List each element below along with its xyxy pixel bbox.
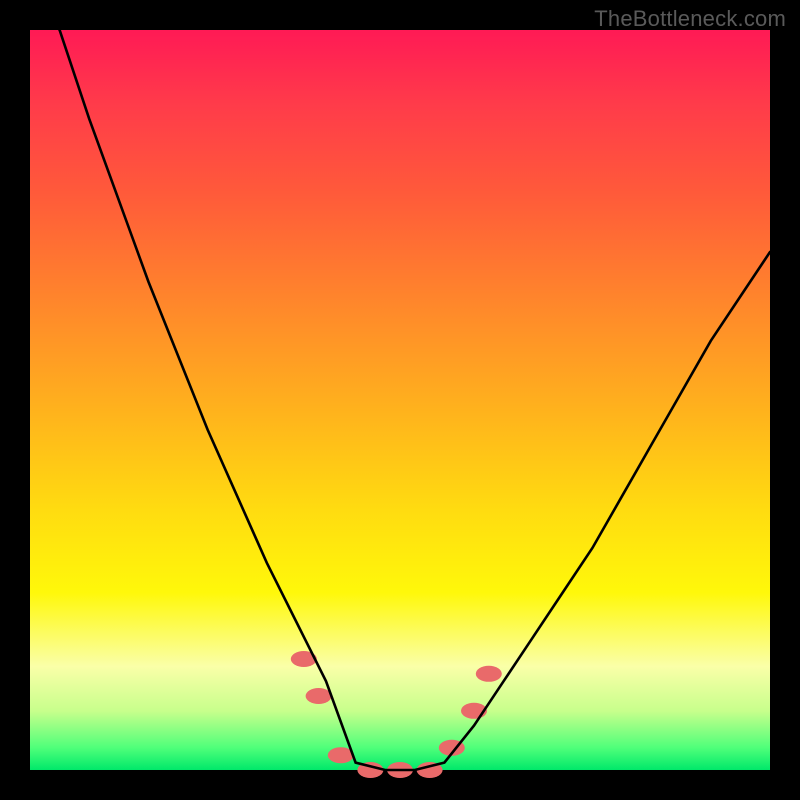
curve-layer	[30, 30, 770, 770]
plot-area	[30, 30, 770, 770]
curve-marker	[476, 666, 502, 682]
curve-marker	[306, 688, 332, 704]
watermark-text: TheBottleneck.com	[594, 6, 786, 32]
marker-group	[291, 651, 502, 778]
bottleneck-curve	[30, 0, 770, 770]
chart-frame: TheBottleneck.com	[0, 0, 800, 800]
